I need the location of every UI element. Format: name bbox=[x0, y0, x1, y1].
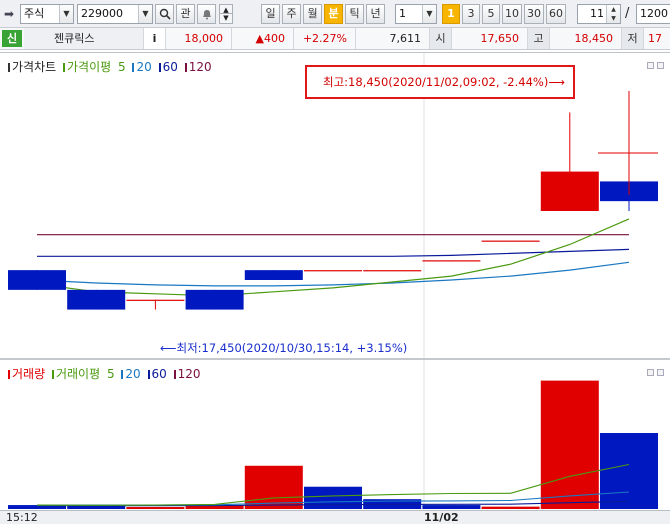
low-price: 17 bbox=[648, 32, 662, 45]
candle-body bbox=[363, 270, 422, 272]
volume-bar bbox=[422, 505, 481, 509]
price-chart-title: 가격차트 bbox=[12, 60, 57, 74]
candle-body bbox=[244, 270, 303, 280]
search-button[interactable] bbox=[155, 4, 174, 24]
period-button-5[interactable]: 년 bbox=[366, 4, 385, 24]
candle-body bbox=[185, 289, 244, 310]
high-label: 고 bbox=[528, 28, 550, 49]
period-button-4[interactable]: 틱 bbox=[345, 4, 364, 24]
volume-ma20-label: 20 bbox=[125, 367, 141, 381]
chevron-down-icon[interactable]: ▼ bbox=[59, 5, 73, 23]
time-axis-date-label: 11/02 bbox=[424, 511, 459, 524]
market-type-select[interactable]: 주식 ▼ bbox=[20, 4, 74, 24]
zoom-value: 11 bbox=[590, 7, 604, 20]
price-ma-label: 가격이평 bbox=[67, 60, 112, 74]
stock-stepper[interactable]: ▲ ▼ bbox=[219, 4, 233, 24]
low-price-annotation: ⟵최저:17,450(2020/10/30,15:14, +3.15%) bbox=[160, 341, 408, 355]
time-axis-start-label: 15:12 bbox=[6, 511, 38, 524]
price-chart-pane[interactable]: 가격차트 가격이평 5 20 60 120 최고:18,450(2020/11/… bbox=[0, 52, 670, 358]
interval-preset-30[interactable]: 30 bbox=[524, 4, 544, 24]
minimize-icon[interactable] bbox=[647, 369, 654, 376]
price-ma-60-line bbox=[37, 248, 630, 257]
chevron-up-icon[interactable]: ▲ bbox=[219, 4, 233, 14]
high-price: 18,450 bbox=[550, 28, 622, 49]
price-ma120-label: 120 bbox=[188, 60, 212, 74]
stock-name: 젠큐릭스 bbox=[24, 28, 144, 49]
candle-body bbox=[67, 289, 126, 310]
price-ma60-label: 60 bbox=[162, 60, 178, 74]
search-icon bbox=[159, 8, 171, 20]
volume-ma60-label: 60 bbox=[151, 367, 167, 381]
volume-chart-title: 거래량 bbox=[12, 367, 46, 381]
candle-body bbox=[540, 171, 599, 211]
high-price-annotation: 최고:18,450(2020/11/02,09:02, -2.44%)⟶ bbox=[305, 65, 575, 99]
pane-controls bbox=[644, 59, 664, 72]
menu-arrow-icon[interactable]: ➡ bbox=[4, 4, 18, 24]
volume-bar bbox=[126, 507, 185, 509]
trade-volume: 7,611 bbox=[356, 28, 430, 49]
info-button[interactable]: i bbox=[144, 28, 166, 49]
interval-value: 1 bbox=[399, 7, 406, 20]
stock-code-input[interactable]: 229000 ▼ bbox=[77, 4, 153, 24]
volume-bar bbox=[600, 433, 658, 509]
candle-body bbox=[126, 299, 185, 301]
alarm-button[interactable] bbox=[197, 4, 216, 24]
volume-chart-pane[interactable]: 거래량 거래이평 5 20 60 120 bbox=[0, 358, 670, 510]
chart-toolbar: ➡ 주식 ▼ 229000 ▼ 관 ▲ ▼ 1 ▼ 11 ▲ ▼ / 1200 일… bbox=[0, 0, 670, 28]
interval-preset-60[interactable]: 60 bbox=[546, 4, 566, 24]
candle-body bbox=[8, 270, 66, 290]
volume-bar bbox=[304, 486, 362, 509]
interval-preset-1[interactable]: 1 bbox=[442, 4, 460, 24]
interval-preset-5[interactable]: 5 bbox=[482, 4, 500, 24]
stock-code-value: 229000 bbox=[81, 7, 123, 20]
market-type-value: 주식 bbox=[24, 7, 45, 20]
candle-body bbox=[304, 270, 362, 272]
open-label: 시 bbox=[430, 28, 452, 49]
candle-body bbox=[481, 240, 540, 242]
price-ma-20-line bbox=[36, 261, 630, 287]
period-button-3[interactable]: 분 bbox=[324, 4, 343, 24]
volume-chart-canvas[interactable] bbox=[0, 360, 670, 510]
separator-slash: / bbox=[625, 6, 630, 21]
volume-ma120-label: 120 bbox=[177, 367, 201, 381]
interval-preset-3[interactable]: 3 bbox=[462, 4, 480, 24]
price-legend: 가격차트 가격이평 5 20 60 120 bbox=[8, 58, 215, 75]
chevron-down-icon[interactable]: ▼ bbox=[422, 5, 436, 23]
current-price: 18,000 bbox=[166, 28, 232, 49]
interval-select[interactable]: 1 ▼ bbox=[395, 4, 437, 24]
credit-badge: 신 bbox=[2, 30, 22, 47]
period-button-2[interactable]: 월 bbox=[303, 4, 322, 24]
bell-icon bbox=[202, 10, 211, 20]
volume-ma-label: 거래이평 bbox=[55, 367, 101, 381]
period-button-1[interactable]: 주 bbox=[282, 4, 301, 24]
watchlist-button[interactable]: 관 bbox=[176, 4, 195, 24]
low-label: 저 bbox=[622, 28, 644, 49]
zoom-input[interactable]: 11 ▲ ▼ bbox=[577, 4, 621, 24]
price-ma20-label: 20 bbox=[136, 60, 152, 74]
chevron-down-icon[interactable]: ▼ bbox=[219, 14, 233, 24]
maximize-icon[interactable] bbox=[657, 62, 664, 69]
price-ma5-label: 5 bbox=[118, 60, 126, 74]
volume-legend: 거래량 거래이평 5 20 60 120 bbox=[8, 365, 204, 382]
candle-body bbox=[422, 260, 481, 262]
open-price: 17,650 bbox=[452, 28, 528, 49]
chevron-down-icon[interactable]: ▼ bbox=[138, 5, 152, 23]
pane-controls bbox=[644, 366, 664, 379]
maximize-icon[interactable] bbox=[657, 369, 664, 376]
time-axis: 15:12 11/02 bbox=[0, 510, 670, 524]
interval-preset-10[interactable]: 10 bbox=[502, 4, 522, 24]
volume-bar bbox=[481, 506, 540, 509]
zoom-stepper-icon[interactable]: ▲ ▼ bbox=[606, 5, 620, 23]
volume-ma5-label: 5 bbox=[106, 367, 115, 381]
price-change: ▲400 bbox=[232, 28, 294, 49]
quote-bar: 신 젠큐릭스 i 18,000 ▲400 +2.27% 7,611 시 17,6… bbox=[0, 28, 670, 50]
minimize-icon[interactable] bbox=[647, 62, 654, 69]
total-count-input[interactable]: 1200 bbox=[636, 4, 670, 24]
total-count-value: 1200 bbox=[640, 7, 668, 20]
period-button-0[interactable]: 일 bbox=[261, 4, 280, 24]
volume-bar bbox=[540, 380, 599, 509]
price-change-pct: +2.27% bbox=[294, 28, 356, 49]
